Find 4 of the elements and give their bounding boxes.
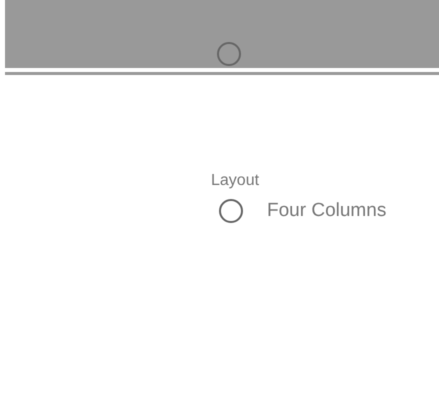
layout-label: Layout — [211, 171, 260, 191]
radio-label: Four Columns — [267, 199, 386, 223]
radio-button[interactable] — [217, 42, 241, 66]
radio-button[interactable] — [219, 199, 243, 224]
